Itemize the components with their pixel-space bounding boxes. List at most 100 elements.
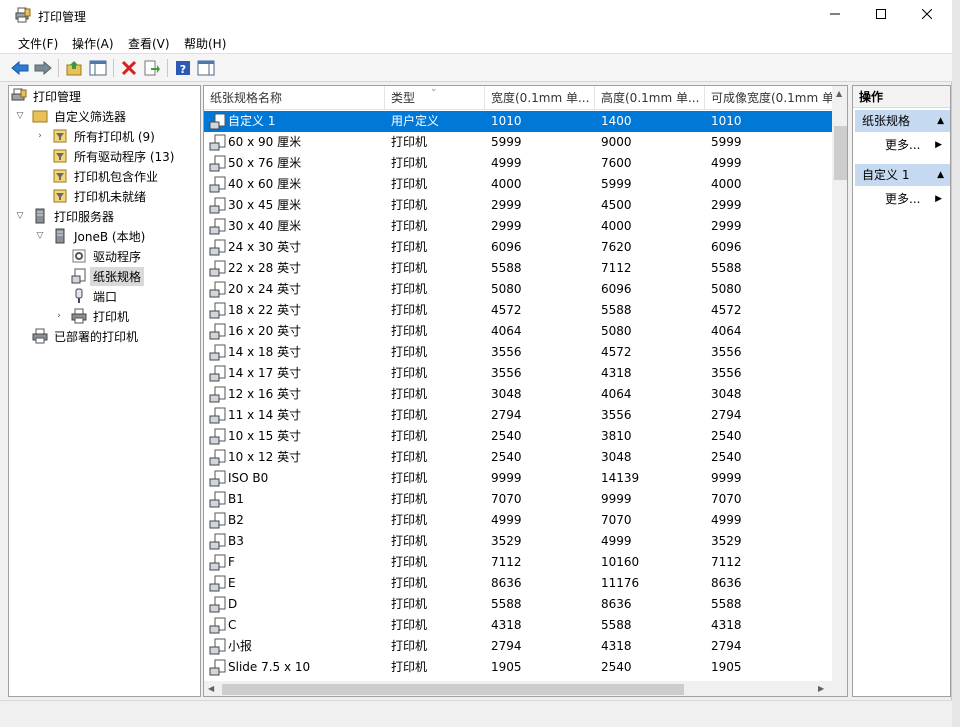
table-row[interactable]: D 打印机 5588 8636 5588	[204, 594, 832, 615]
tree-label: 已部署的打印机	[54, 329, 139, 344]
vertical-scrollbar[interactable]: ▲	[832, 86, 847, 681]
table-row[interactable]: 20 x 24 英寸 打印机 5080 6096 5080	[204, 279, 832, 300]
vertical-scroll-thumb[interactable]	[834, 126, 847, 180]
actions-more-custom1[interactable]: 更多... ▶	[853, 188, 948, 210]
table-cell: 4999	[491, 513, 522, 527]
table-cell: 6096	[711, 240, 742, 254]
table-row[interactable]: 11 x 14 英寸 打印机 2794 3556 2794	[204, 405, 832, 426]
menu-action[interactable]: 操作(A)	[72, 35, 114, 52]
tree-item-print-management[interactable]: 打印管理	[11, 86, 84, 106]
menu-view[interactable]: 查看(V)	[128, 35, 170, 52]
table-row[interactable]: 30 x 45 厘米 打印机 2999 4500 2999	[204, 195, 832, 216]
column-header-name[interactable]: 纸张规格名称	[204, 86, 385, 110]
table-row[interactable]: 24 x 30 英寸 打印机 6096 7620 6096	[204, 237, 832, 258]
tree-item-drivers[interactable]: 驱动程序	[71, 246, 144, 266]
horizontal-scroll-thumb[interactable]	[222, 684, 684, 695]
table-row[interactable]: E 打印机 8636 11176 8636	[204, 573, 832, 594]
actions-section-custom1[interactable]: 自定义 1 ▲	[855, 164, 950, 186]
table-cell: 3529	[711, 534, 742, 548]
menu-file[interactable]: 文件(F)	[18, 35, 58, 52]
tree-item-printers-not-ready[interactable]: 打印机未就绪	[52, 186, 149, 206]
tree-item-ports[interactable]: 端口	[71, 286, 120, 306]
table-row[interactable]: 40 x 60 厘米 打印机 4000 5999 4000	[204, 174, 832, 195]
tree-item-print-servers[interactable]: ▽ 打印服务器	[14, 206, 117, 226]
table-cell: E	[228, 576, 236, 590]
close-button[interactable]	[904, 0, 950, 31]
table-row[interactable]: B2 打印机 4999 7070 4999	[204, 510, 832, 531]
table-row[interactable]: 小报 打印机 2794 4318 2794	[204, 636, 832, 657]
tree-item-deployed-printers[interactable]: 已部署的打印机	[32, 326, 141, 346]
tree-item-server-joneb[interactable]: ▽ JoneB (本地)	[34, 226, 148, 246]
collapse-chevron-icon[interactable]: ▽	[34, 231, 46, 241]
table-cell: 打印机	[391, 135, 428, 149]
tree-item-printers-with-jobs[interactable]: 打印机包含作业	[52, 166, 161, 186]
table-row[interactable]: 60 x 90 厘米 打印机 5999 9000 5999	[204, 132, 832, 153]
table-cell: 打印机	[391, 324, 428, 338]
table-cell: Slide 7.5 x 10	[228, 660, 311, 674]
table-row[interactable]: Slide 7.5 x 10 打印机 1905 2540 1905	[204, 657, 832, 678]
table-cell: 打印机	[391, 555, 428, 569]
table-cell: 18 x 22 英寸	[228, 303, 302, 317]
help-button[interactable]: ?	[173, 58, 193, 78]
table-row[interactable]: 10 x 15 英寸 打印机 2540 3810 2540	[204, 426, 832, 447]
actions-section-forms[interactable]: 纸张规格 ▲	[855, 110, 950, 132]
sort-indicator-icon: ⌄	[430, 85, 438, 94]
column-header-width[interactable]: 宽度(0.1mm 单...	[485, 86, 595, 110]
table-row[interactable]: 30 x 40 厘米 打印机 2999 4000 2999	[204, 216, 832, 237]
expand-chevron-icon[interactable]: ›	[53, 311, 65, 321]
table-cell: 7112	[601, 261, 632, 275]
table-row[interactable]: 14 x 18 英寸 打印机 3556 4572 3556	[204, 342, 832, 363]
menu-help[interactable]: 帮助(H)	[184, 35, 226, 52]
table-cell: 4000	[601, 219, 632, 233]
column-header-imageable-width[interactable]: 可成像宽度(0.1mm 单...	[705, 86, 832, 110]
collapse-chevron-icon[interactable]: ▽	[14, 211, 26, 221]
forward-button[interactable]	[33, 58, 53, 78]
scroll-left-arrow-icon[interactable]: ◀	[208, 684, 214, 693]
scroll-right-arrow-icon[interactable]: ▶	[818, 684, 824, 693]
show-hide-action-pane-button[interactable]	[196, 58, 216, 78]
table-row[interactable]: 50 x 76 厘米 打印机 4999 7600 4999	[204, 153, 832, 174]
tree-item-forms[interactable]: 纸张规格	[71, 266, 145, 286]
horizontal-scrollbar[interactable]: ◀ ▶	[204, 681, 832, 696]
delete-button[interactable]	[119, 58, 139, 78]
table-row[interactable]: 14 x 17 英寸 打印机 3556 4318 3556	[204, 363, 832, 384]
table-cell: 2999	[491, 198, 522, 212]
submenu-arrow-icon: ▶	[935, 140, 942, 150]
column-header-height[interactable]: 高度(0.1mm 单...	[595, 86, 705, 110]
expand-chevron-icon[interactable]: ›	[34, 131, 46, 141]
actions-more-forms[interactable]: 更多... ▶	[853, 134, 948, 156]
minimize-button[interactable]	[812, 0, 858, 31]
table-cell: 打印机	[391, 282, 428, 296]
collapse-up-icon[interactable]: ▲	[937, 110, 944, 132]
table-cell: ISO B0	[228, 471, 269, 485]
minimize-icon	[830, 13, 840, 15]
tree-item-all-drivers[interactable]: 所有驱动程序 (13)	[52, 146, 177, 166]
collapse-chevron-icon[interactable]: ▽	[14, 111, 26, 121]
scroll-up-arrow-icon[interactable]: ▲	[836, 89, 842, 98]
table-row[interactable]: B1 打印机 7070 9999 7070	[204, 489, 832, 510]
collapse-up-icon[interactable]: ▲	[937, 164, 944, 186]
table-row[interactable]: 10 x 12 英寸 打印机 2540 3048 2540	[204, 447, 832, 468]
table-row[interactable]: 16 x 20 英寸 打印机 4064 5080 4064	[204, 321, 832, 342]
table-row[interactable]: 22 x 28 英寸 打印机 5588 7112 5588	[204, 258, 832, 279]
table-row[interactable]: 12 x 16 英寸 打印机 3048 4064 3048	[204, 384, 832, 405]
table-row[interactable]: C 打印机 4318 5588 4318	[204, 615, 832, 636]
export-list-button[interactable]	[142, 58, 162, 78]
tree-item-all-printers[interactable]: › 所有打印机 (9)	[34, 126, 158, 146]
table-row[interactable]: ISO B0 打印机 9999 14139 9999	[204, 468, 832, 489]
table-row[interactable]: F 打印机 7112 10160 7112	[204, 552, 832, 573]
table-row[interactable]: 18 x 22 英寸 打印机 4572 5588 4572	[204, 300, 832, 321]
maximize-button[interactable]	[858, 0, 904, 31]
show-hide-console-tree-button[interactable]	[88, 58, 108, 78]
table-cell: 9999	[601, 492, 632, 506]
table-cell: 9999	[491, 471, 522, 485]
table-cell: 打印机	[391, 345, 428, 359]
submenu-arrow-icon: ▶	[935, 194, 942, 204]
print-management-window: 打印管理 文件(F) 操作(A) 查看(V) 帮助(H) ? 打印管理 ▽ 自定…	[0, 0, 952, 727]
up-one-level-button[interactable]	[65, 58, 85, 78]
table-row[interactable]: B3 打印机 3529 4999 3529	[204, 531, 832, 552]
tree-item-custom-filters[interactable]: ▽ 自定义筛选器	[14, 106, 129, 126]
tree-item-printers[interactable]: › 打印机	[53, 306, 132, 326]
back-button[interactable]	[10, 58, 30, 78]
table-row[interactable]: 自定义 1 用户定义 1010 1400 1010	[204, 111, 832, 132]
